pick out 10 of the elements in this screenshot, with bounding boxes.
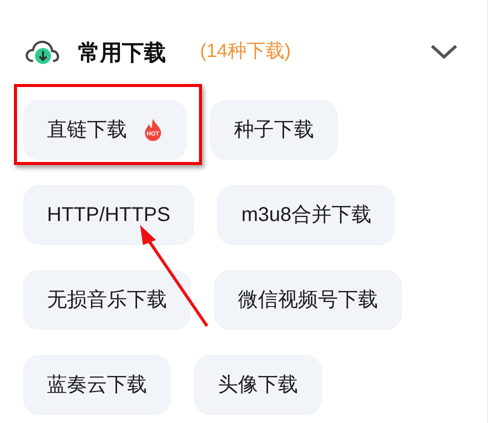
collapse-chevron-icon[interactable]: [429, 43, 459, 61]
download-count: (14种下载): [200, 40, 291, 64]
download-type-chip[interactable]: HTTP/HTTPS: [23, 185, 194, 245]
download-type-chip[interactable]: 微信视频号下载: [214, 270, 402, 330]
download-type-chip[interactable]: 蓝奏云下载: [23, 355, 171, 415]
download-type-chip[interactable]: 头像下载: [194, 355, 322, 415]
section-title: 常用下载: [78, 38, 166, 66]
download-type-chip[interactable]: 种子下载: [210, 100, 338, 160]
download-type-chip[interactable]: m3u8合并下载: [217, 185, 396, 245]
download-type-chip[interactable]: 无损音乐下载: [23, 270, 191, 330]
